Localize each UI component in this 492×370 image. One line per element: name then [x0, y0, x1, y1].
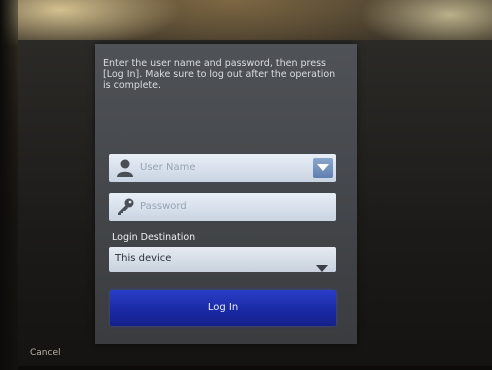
monitor-bezel — [0, 0, 18, 370]
chevron-down-icon — [317, 164, 329, 171]
username-field[interactable]: User Name — [109, 154, 336, 182]
login-destination-label: Login Destination — [112, 232, 196, 243]
password-placeholder: Password — [140, 201, 187, 212]
user-icon — [115, 159, 135, 177]
username-placeholder: User Name — [140, 162, 196, 173]
login-button[interactable]: Log In — [110, 290, 336, 326]
password-field[interactable]: Password — [109, 193, 336, 221]
username-dropdown-button[interactable] — [313, 158, 333, 178]
cancel-button[interactable]: Cancel — [30, 348, 61, 358]
login-destination-value: This device — [115, 253, 172, 264]
screen-bottom-edge — [18, 366, 492, 370]
login-instructions: Enter the user name and password, then p… — [103, 58, 336, 91]
login-destination-select[interactable]: This device — [109, 247, 336, 272]
chevron-down-icon — [316, 257, 328, 276]
key-icon — [115, 198, 135, 216]
